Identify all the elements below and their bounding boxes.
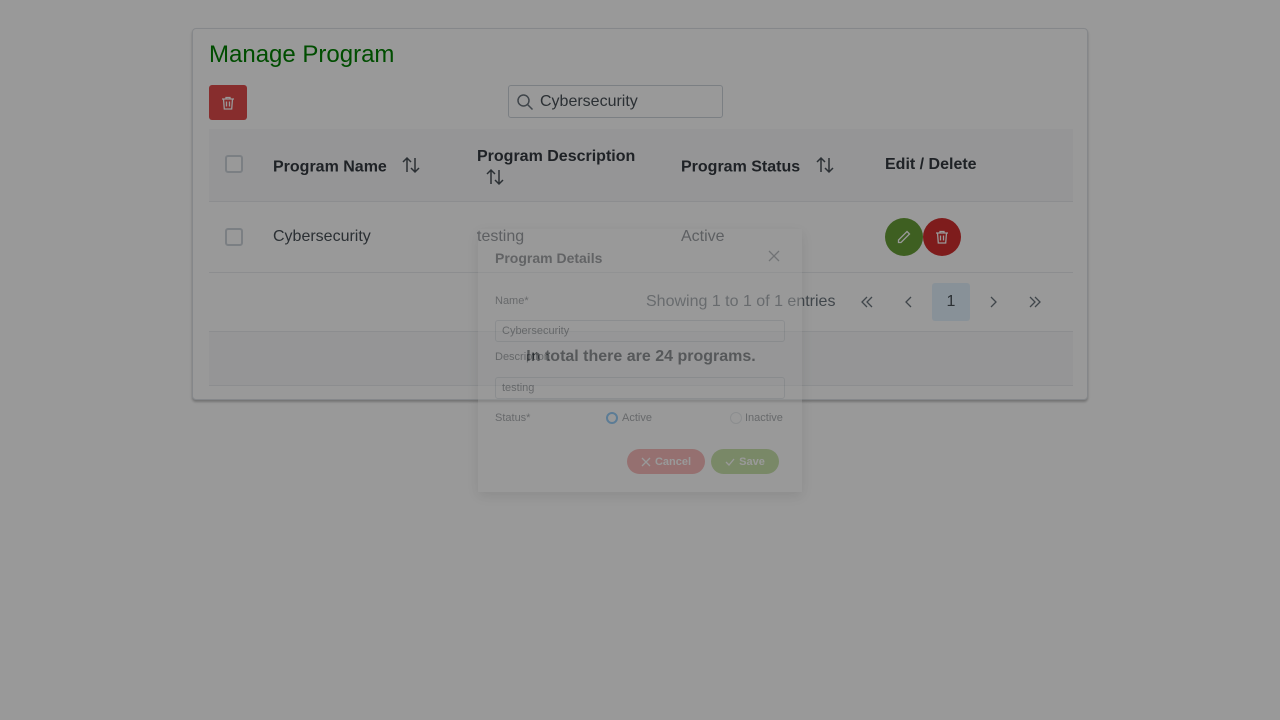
status-inactive-label: Inactive: [745, 412, 783, 424]
close-icon[interactable]: [768, 249, 780, 262]
last-page-button[interactable]: [1016, 283, 1054, 321]
description-label: Description: [495, 351, 551, 363]
search-field[interactable]: [508, 85, 723, 118]
page-number-button[interactable]: 1: [932, 283, 970, 321]
pencil-icon: [896, 229, 912, 245]
check-icon: [725, 457, 735, 467]
column-header-edit-delete: Edit / Delete: [885, 156, 977, 173]
program-details-dialog: Program Details Name* Cybersecurity Desc…: [478, 229, 802, 492]
chevron-right-icon: [985, 294, 1001, 310]
save-label: Save: [739, 455, 765, 468]
bulk-delete-button[interactable]: [209, 85, 247, 120]
description-field[interactable]: testing: [495, 377, 785, 399]
previous-page-button[interactable]: [890, 283, 928, 321]
select-all-checkbox[interactable]: [225, 155, 243, 173]
save-button[interactable]: Save: [711, 449, 779, 474]
double-chevron-right-icon: [1027, 294, 1043, 310]
first-page-button[interactable]: [848, 283, 886, 321]
column-header-label: Program Status: [681, 158, 801, 176]
close-icon: [641, 457, 651, 467]
trash-icon: [934, 229, 950, 245]
cancel-button[interactable]: Cancel: [627, 449, 705, 474]
column-header-program-name[interactable]: Program Name: [273, 156, 421, 179]
dialog-title: Program Details: [495, 250, 603, 266]
name-label: Name*: [495, 295, 529, 307]
edit-button[interactable]: [885, 218, 923, 256]
next-page-button[interactable]: [974, 283, 1012, 321]
search-input[interactable]: [540, 92, 710, 111]
column-header-label: Program Description: [477, 148, 636, 165]
column-header-program-status[interactable]: Program Status: [681, 156, 835, 179]
sort-icon[interactable]: [401, 156, 421, 179]
page-title: Manage Program: [209, 41, 395, 68]
status-inactive-radio[interactable]: [730, 412, 742, 424]
cancel-label: Cancel: [654, 455, 692, 468]
cell-program-name: Cybersecurity: [273, 228, 371, 245]
sort-icon[interactable]: [815, 156, 835, 179]
column-header-program-description[interactable]: Program Description: [477, 146, 647, 193]
chevron-left-icon: [901, 294, 917, 310]
delete-button[interactable]: [923, 218, 961, 256]
status-label: Status*: [495, 412, 531, 424]
status-active-radio[interactable]: [606, 412, 618, 424]
status-active-label: Active: [622, 412, 652, 424]
table-header: Program Name Program Description Program…: [209, 129, 1073, 202]
double-chevron-left-icon: [859, 294, 875, 310]
sort-icon[interactable]: [485, 168, 505, 193]
search-icon: [516, 93, 534, 111]
name-field[interactable]: Cybersecurity: [495, 320, 785, 342]
column-header-label: Program Name: [273, 158, 387, 176]
trash-icon: [220, 95, 236, 111]
row-checkbox[interactable]: [225, 228, 243, 246]
